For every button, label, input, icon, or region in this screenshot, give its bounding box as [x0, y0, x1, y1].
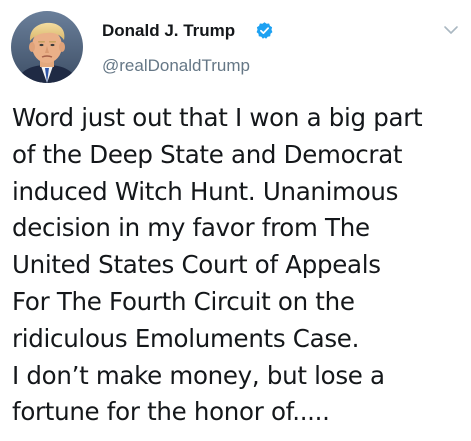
chevron-down-icon[interactable]	[443, 22, 459, 38]
tweet-text-line: Word just out that I won a big part	[12, 103, 423, 132]
profile-photo-icon	[11, 11, 83, 83]
tweet-text-line: decision in my favor from The	[12, 213, 370, 243]
tweet-card: Donald J. Trump @realDonaldTrump Word ju…	[0, 0, 471, 441]
tweet-text: Word just out that I won a big part of t…	[12, 100, 467, 431]
tweet-text-line: induced Witch Hunt. Unanimous	[12, 176, 399, 206]
user-handle[interactable]: @realDonaldTrump	[102, 55, 250, 77]
tweet-text-line: United States Court of Appeals	[12, 250, 381, 280]
tweet-text-line: I don’t make money, but lose a	[12, 360, 385, 390]
verified-badge-icon	[256, 22, 273, 39]
tweet-text-line: For The Fourth Circuit on the	[12, 286, 355, 316]
tweet-text-line: of the Deep State and Democrat	[12, 139, 403, 169]
display-name[interactable]: Donald J. Trump	[102, 20, 235, 42]
tweet-text-line: fortune for the honor of.....	[12, 397, 330, 427]
avatar[interactable]	[11, 11, 83, 83]
tweet-text-line: ridiculous Emoluments Case.	[12, 323, 360, 353]
